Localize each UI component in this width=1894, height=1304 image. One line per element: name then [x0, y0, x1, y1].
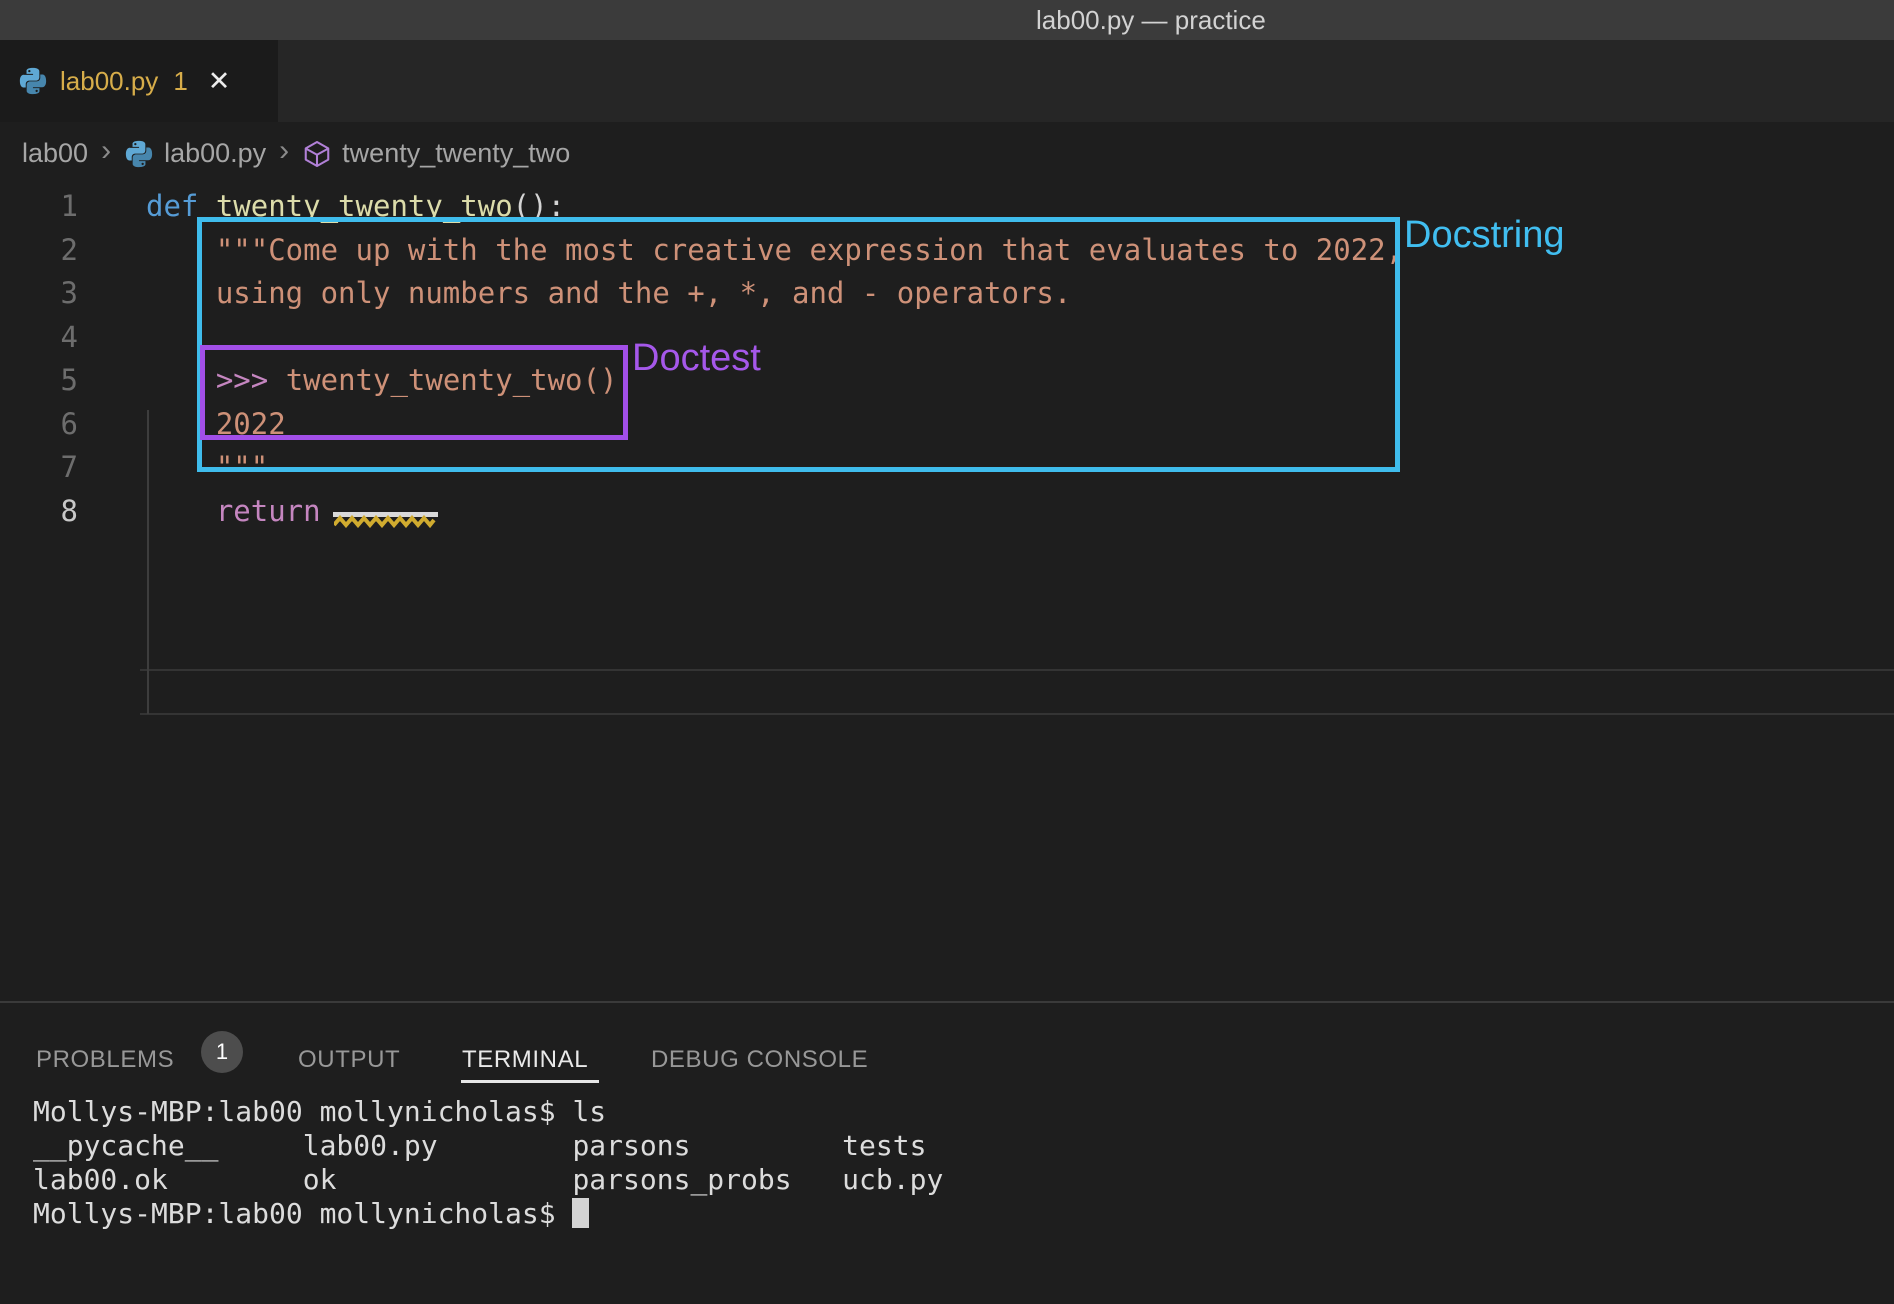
- code-line: 8 return: [0, 489, 1894, 533]
- breadcrumb-file[interactable]: lab00.py: [124, 138, 266, 169]
- line-number: 1: [0, 184, 78, 228]
- docstring-annotation-label: Docstring: [1404, 214, 1565, 257]
- panel-tab-problems[interactable]: PROBLEMS: [36, 1046, 174, 1074]
- line-number: 2: [0, 228, 78, 272]
- breadcrumb: lab00 › lab00.py › twenty_twenty_two: [0, 122, 1894, 184]
- terminal-line: __pycache__ lab00.py parsons tests: [33, 1129, 1853, 1163]
- bottom-panel: PROBLEMS 1 OUTPUT TERMINAL DEBUG CONSOLE…: [0, 1001, 1894, 1304]
- line-number: 4: [0, 315, 78, 359]
- line-number: 7: [0, 445, 78, 489]
- line-number: 6: [0, 402, 78, 446]
- terminal-line: lab00.ok ok parsons_probs ucb.py: [33, 1163, 1853, 1197]
- tab-lab00-py[interactable]: lab00.py 1 ✕: [0, 40, 278, 122]
- title-bar: lab00.py — practice: [0, 0, 1894, 40]
- line-number: 3: [0, 271, 78, 315]
- tab-close-icon[interactable]: ✕: [208, 66, 231, 97]
- warning-squiggle: [334, 515, 436, 528]
- problems-count-badge: 1: [201, 1031, 243, 1073]
- editor-tab-strip: lab00.py 1 ✕: [0, 40, 1894, 122]
- line-number: 5: [0, 358, 78, 402]
- terminal-cursor: [572, 1198, 589, 1228]
- panel-tab-terminal[interactable]: TERMINAL: [462, 1046, 588, 1074]
- breadcrumb-symbol[interactable]: twenty_twenty_two: [302, 138, 570, 169]
- panel-tab-debug-console[interactable]: DEBUG CONSOLE: [651, 1046, 868, 1074]
- line-number: 8: [0, 489, 78, 533]
- tab-filename: lab00.py: [60, 66, 158, 97]
- vscode-window: lab00.py — practice lab00.py 1 ✕ lab00 ›…: [0, 0, 1894, 1304]
- terminal-output[interactable]: Mollys-MBP:lab00 mollynicholas$ ls __pyc…: [33, 1095, 1853, 1231]
- python-file-icon: [124, 139, 154, 169]
- doctest-annotation-label: Doctest: [632, 337, 761, 380]
- chevron-right-icon: ›: [279, 136, 289, 170]
- active-panel-tab-underline: [461, 1080, 599, 1083]
- window-title: lab00.py — practice: [1036, 0, 1266, 40]
- breadcrumb-folder[interactable]: lab00: [22, 138, 88, 169]
- tab-dirty-indicator: 1: [173, 66, 187, 97]
- chevron-right-icon: ›: [101, 136, 111, 170]
- doctest-annotation-box: [200, 345, 628, 440]
- symbol-cube-icon: [302, 139, 332, 169]
- current-line-highlight: [140, 669, 1894, 715]
- terminal-line: Mollys-MBP:lab00 mollynicholas$ ls: [33, 1095, 1853, 1129]
- panel-tab-output[interactable]: OUTPUT: [298, 1046, 400, 1074]
- python-file-icon: [18, 66, 48, 96]
- terminal-prompt-line: Mollys-MBP:lab00 mollynicholas$: [33, 1197, 1853, 1231]
